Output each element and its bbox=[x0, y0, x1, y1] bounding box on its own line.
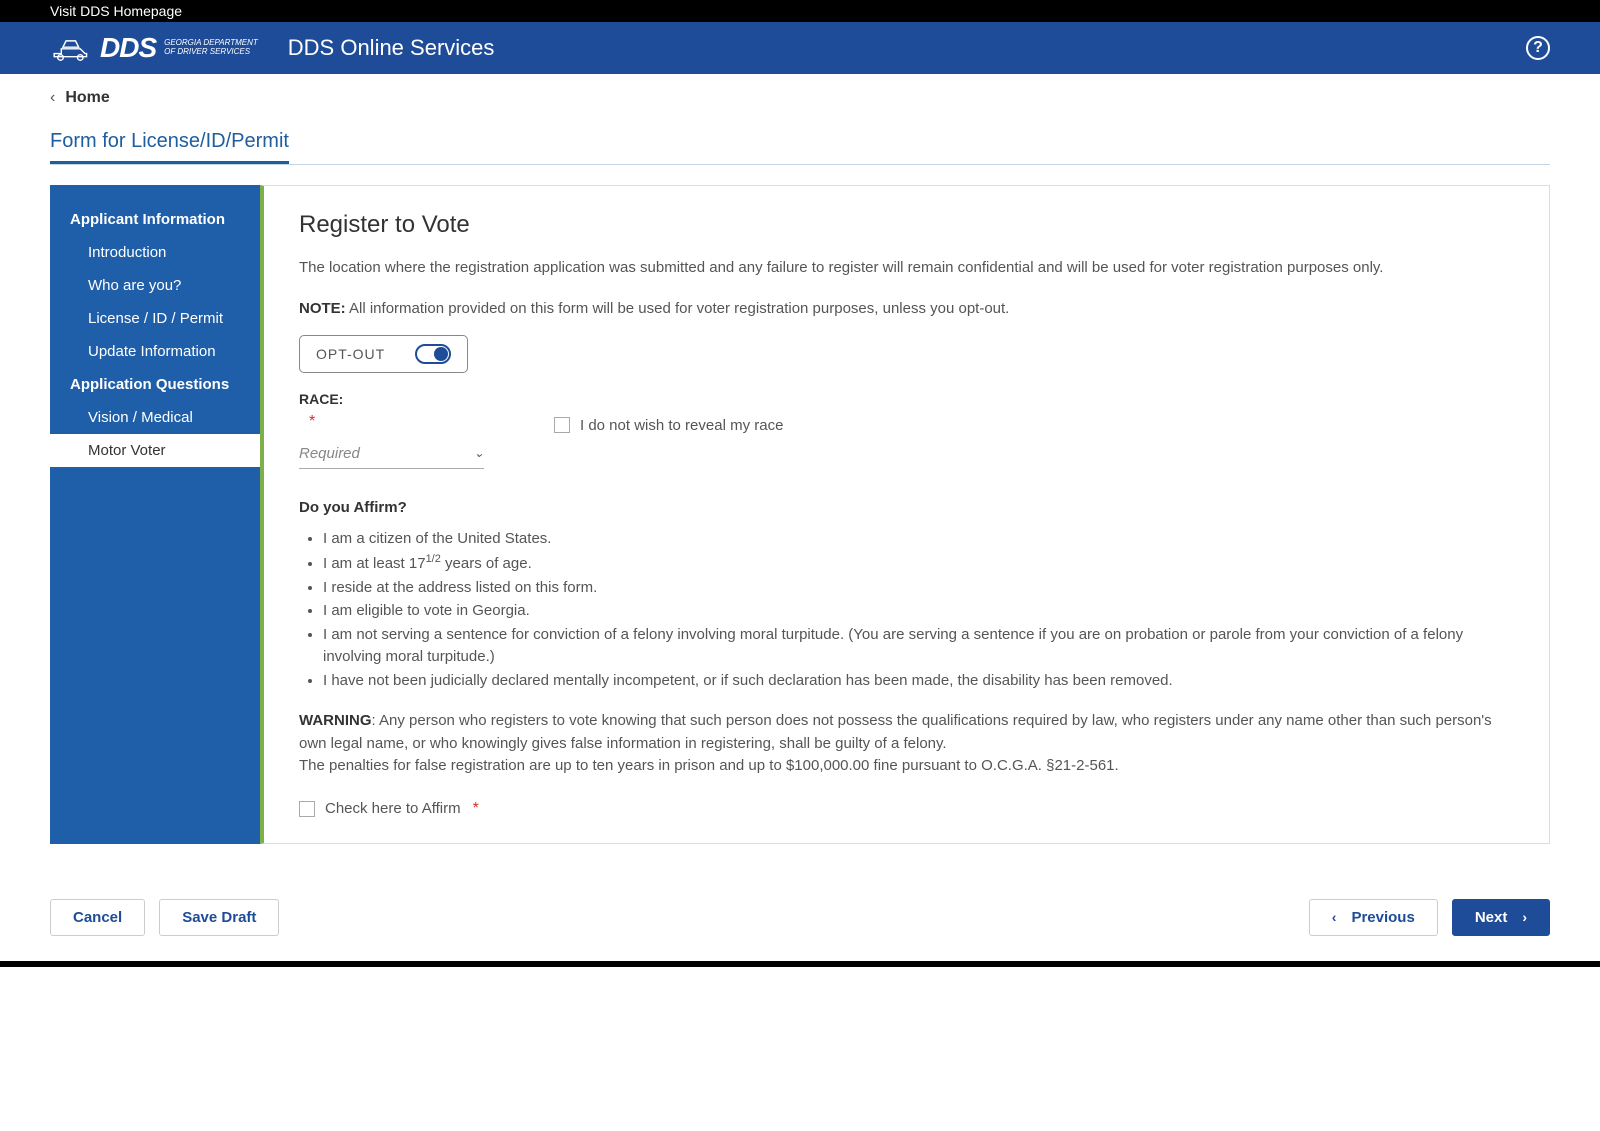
affirm-list: I am a citizen of the United States. I a… bbox=[299, 528, 1514, 693]
content-title: Register to Vote bbox=[299, 211, 1514, 239]
list-item: I am a citizen of the United States. bbox=[323, 528, 1514, 551]
required-indicator: * bbox=[299, 413, 484, 431]
sidebar-header-application-questions: Application Questions bbox=[50, 368, 260, 401]
list-item: I have not been judicially declared ment… bbox=[323, 670, 1514, 693]
race-reveal-label: I do not wish to reveal my race bbox=[580, 417, 783, 434]
chevron-left-icon[interactable]: ‹ bbox=[50, 89, 55, 107]
list-item: I am not serving a sentence for convicti… bbox=[323, 624, 1514, 669]
dds-logo-icon bbox=[50, 33, 90, 63]
footer-bar: Cancel Save Draft ‹ Previous Next › bbox=[0, 874, 1600, 961]
visit-homepage-link[interactable]: Visit DDS Homepage bbox=[50, 3, 182, 19]
top-bar: Visit DDS Homepage bbox=[0, 0, 1600, 22]
sidebar-item-who-are-you[interactable]: Who are you? bbox=[50, 269, 260, 302]
chevron-right-icon: › bbox=[1522, 909, 1527, 925]
intro-text: The location where the registration appl… bbox=[299, 257, 1514, 280]
note-text: NOTE: All information provided on this f… bbox=[299, 300, 1514, 317]
required-indicator: * bbox=[471, 800, 479, 818]
page-title-area: Form for License/ID/Permit bbox=[50, 122, 1550, 165]
race-select-placeholder: Required bbox=[299, 445, 360, 462]
breadcrumb-home[interactable]: Home bbox=[65, 89, 109, 107]
race-select[interactable]: Required ⌄ bbox=[299, 439, 484, 469]
toggle-switch-icon bbox=[415, 344, 451, 364]
dds-branding: DDS Georgia Department Of Driver Service… bbox=[100, 32, 258, 64]
race-label: RACE: bbox=[299, 391, 1514, 407]
dds-subtitle: Georgia Department Of Driver Services bbox=[164, 39, 258, 57]
dds-logo-text: DDS bbox=[100, 32, 156, 64]
sidebar-item-update-information[interactable]: Update Information bbox=[50, 335, 260, 368]
next-button[interactable]: Next › bbox=[1452, 899, 1550, 936]
cancel-button[interactable]: Cancel bbox=[50, 899, 145, 936]
sidebar-header-applicant-info: Applicant Information bbox=[50, 203, 260, 236]
affirm-checkbox-label: Check here to Affirm bbox=[325, 800, 461, 817]
race-reveal-checkbox[interactable] bbox=[554, 417, 570, 433]
list-item: I am at least 171/2 years of age. bbox=[323, 551, 1514, 576]
save-draft-button[interactable]: Save Draft bbox=[159, 899, 279, 936]
sidebar-item-introduction[interactable]: Introduction bbox=[50, 236, 260, 269]
sidebar-item-vision-medical[interactable]: Vision / Medical bbox=[50, 401, 260, 434]
list-item: I am eligible to vote in Georgia. bbox=[323, 600, 1514, 623]
chevron-down-icon: ⌄ bbox=[474, 446, 484, 460]
opt-out-toggle[interactable]: OPT-OUT bbox=[299, 335, 468, 373]
sidebar: Applicant Information Introduction Who a… bbox=[50, 185, 260, 844]
page-title: Form for License/ID/Permit bbox=[50, 122, 289, 164]
bottom-bar bbox=[0, 961, 1600, 967]
chevron-left-icon: ‹ bbox=[1332, 909, 1337, 925]
affirm-title: Do you Affirm? bbox=[299, 499, 1514, 516]
affirm-checkbox[interactable] bbox=[299, 801, 315, 817]
header: DDS Georgia Department Of Driver Service… bbox=[0, 22, 1600, 74]
header-logo-area: DDS Georgia Department Of Driver Service… bbox=[50, 32, 494, 64]
breadcrumb: ‹ Home bbox=[0, 74, 1600, 122]
header-title: DDS Online Services bbox=[288, 35, 495, 61]
main-content: Register to Vote The location where the … bbox=[260, 185, 1550, 844]
sidebar-item-license-id-permit[interactable]: License / ID / Permit bbox=[50, 302, 260, 335]
warning-text: WARNING: Any person who registers to vot… bbox=[299, 710, 1514, 778]
previous-button[interactable]: ‹ Previous bbox=[1309, 899, 1438, 936]
sidebar-item-motor-voter[interactable]: Motor Voter bbox=[50, 434, 260, 467]
help-icon[interactable]: ? bbox=[1526, 36, 1550, 60]
list-item: I reside at the address listed on this f… bbox=[323, 577, 1514, 600]
